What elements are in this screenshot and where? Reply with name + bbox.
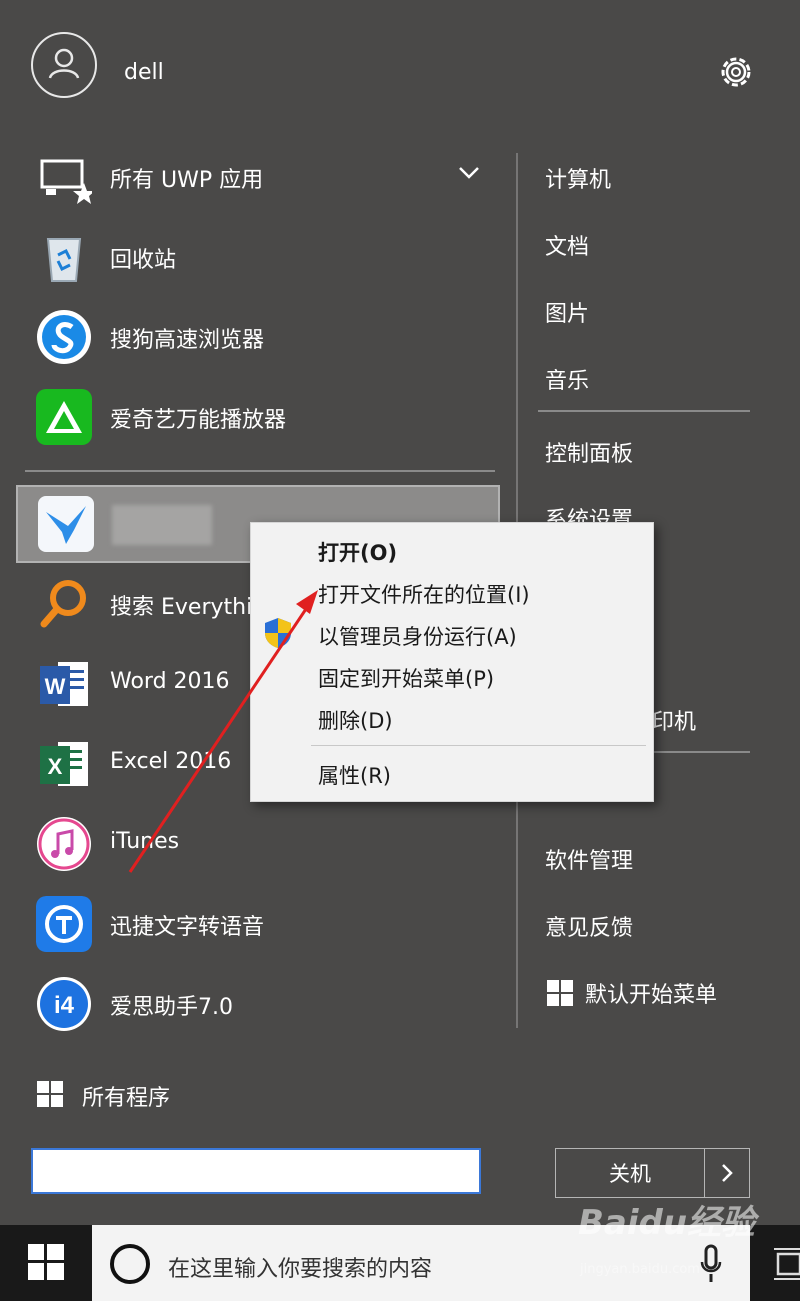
cortana-icon[interactable]: [110, 1244, 150, 1284]
taskbar-search-placeholder: 在这里输入你要搜索的内容: [168, 1257, 433, 1282]
watermark-logo: Baidu经验: [578, 1203, 756, 1243]
watermark-url: jingyan.baidu.com: [580, 1262, 700, 1277]
all-programs-button[interactable]: 所有程序: [82, 1080, 170, 1112]
chevron-right-icon: [722, 1164, 733, 1182]
microphone-icon[interactable]: [700, 1244, 722, 1284]
shutdown-button[interactable]: 关机: [555, 1148, 705, 1198]
start-search-input[interactable]: [31, 1148, 481, 1194]
all-programs-icon: [37, 1081, 63, 1107]
shutdown-options-button[interactable]: [705, 1148, 750, 1198]
task-view-icon[interactable]: [774, 1246, 800, 1282]
start-button-icon[interactable]: [28, 1244, 64, 1280]
